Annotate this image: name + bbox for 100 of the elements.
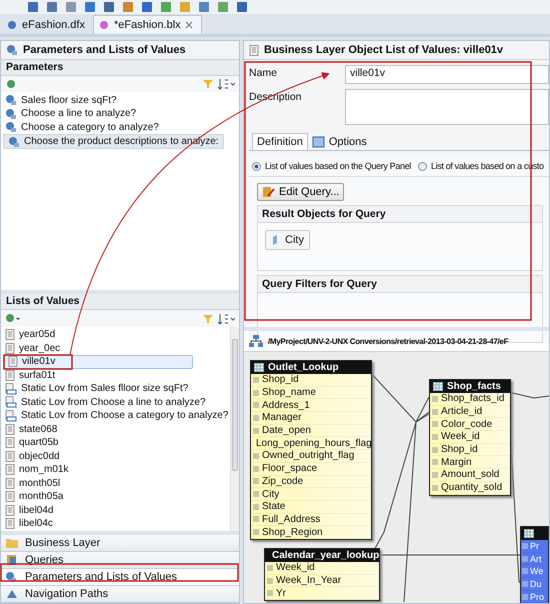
parameter-icon (5, 94, 17, 106)
toolbar-icon[interactable] (140, 1, 154, 13)
column-name: Address_1 (262, 400, 310, 411)
column-name: Shop_facts_id (441, 393, 504, 404)
list-item[interactable]: ville01v (3, 355, 193, 369)
column-name: Yr (276, 588, 286, 599)
filter-icon[interactable] (203, 314, 213, 324)
column-name: Week_id (276, 562, 315, 574)
column-name: Pro (530, 592, 544, 602)
description-field[interactable] (345, 89, 549, 125)
document-icon (5, 491, 15, 502)
add-list-icon[interactable] (5, 312, 23, 325)
table-name: Calendar_year_lookup (272, 550, 380, 561)
list-item[interactable]: objec0dd (1, 450, 62, 464)
column-name: Owned_outright_flag (262, 450, 354, 462)
document-icon (5, 464, 15, 476)
toolbar-icon[interactable] (216, 1, 230, 13)
column-name: We (530, 566, 544, 576)
list-item[interactable]: year05d (1, 328, 58, 342)
column-name: Zip_code (262, 476, 304, 487)
parameter-item[interactable]: Sales floor size sqFt? (1, 93, 119, 107)
list-item[interactable]: surfa01t (1, 368, 58, 382)
edit-query-button[interactable]: Edit Query... (257, 183, 344, 201)
document-icon (5, 450, 15, 462)
list-item[interactable]: nom_m01k (1, 463, 70, 477)
parameter-item[interactable]: Choose a line to analyze? (1, 106, 138, 120)
form-tab[interactable]: Options (308, 133, 371, 150)
column-name: Long_opening_hours_flag (256, 438, 372, 449)
nav-item[interactable]: Parameters and Lists of Values (1, 569, 239, 586)
section-title: Query Filters for Query (258, 276, 542, 293)
toolbar-icon[interactable] (159, 1, 173, 13)
column-name: Week_In_Year (276, 575, 342, 586)
name-field[interactable]: ville01v (345, 65, 549, 84)
editor-title: Business Layer Object List of Values: ville01v (264, 44, 504, 56)
column-name: City (262, 488, 280, 500)
document-icon (249, 44, 259, 56)
toolbar-icon[interactable] (83, 1, 97, 13)
table-name: Shop_facts (447, 381, 501, 392)
editor-tab[interactable]: *eFashion.blx (92, 15, 202, 34)
table-node[interactable]: Outlet_Lookup Shop_id Shop_name Address_1 Manager Date_open Long_opening_hours_flag Owned_outright_flag Floor_space Zip_code City State Full_Address Shop_Region (250, 360, 372, 540)
document-icon (5, 437, 15, 448)
document-icon (5, 342, 15, 354)
table-icon (433, 382, 443, 391)
list-item[interactable]: Static Lov from Choose a category to analyze? (1, 409, 230, 423)
document-icon (5, 478, 15, 489)
toolbar-icon[interactable] (26, 1, 40, 13)
toolbar-icon[interactable] (45, 1, 59, 13)
table-icon (524, 529, 534, 538)
radio-button[interactable] (418, 162, 427, 170)
table-node[interactable]: Calendar_year_lookup Week_id Week_In_Year Yr (264, 548, 380, 602)
folder-icon (5, 537, 19, 549)
list-item[interactable]: year_0ec (1, 342, 62, 356)
toolbar-icon[interactable] (235, 1, 249, 13)
list-item[interactable]: month05l (1, 476, 62, 490)
toolbar-icon[interactable] (102, 1, 116, 13)
form-tab[interactable]: Definition (252, 133, 308, 150)
list-item[interactable]: quart05b (1, 436, 60, 450)
dimension-icon (271, 234, 279, 246)
column-name: Shop_id (262, 374, 299, 386)
scrollbar[interactable] (230, 327, 239, 532)
document-icon (5, 424, 15, 435)
list-item[interactable]: libel04d (1, 504, 56, 518)
toolbar-icon[interactable] (197, 1, 211, 13)
list-item[interactable]: Static Lov from Sales flloor size sqFt? (1, 382, 190, 396)
table-icon (254, 363, 264, 372)
sort-icon[interactable] (217, 78, 235, 90)
table-node[interactable]: Shop_facts Shop_facts_id Article_id Color_code Week_id Shop_id Margin Amount_sold Quantity_sold (429, 379, 511, 496)
nav-item[interactable]: Navigation Paths (1, 586, 239, 603)
file-icon (98, 19, 110, 31)
sort-icon[interactable] (217, 312, 235, 325)
column-name: Manager (262, 412, 302, 424)
document-icon (5, 518, 15, 530)
nav-item[interactable]: Queries (1, 552, 239, 569)
toolbar-icon[interactable] (64, 1, 78, 13)
list-item[interactable]: state068 (1, 422, 60, 436)
query-icon (262, 186, 276, 198)
static-list-icon (5, 410, 17, 422)
parameter-item[interactable]: Choose a category to analyze? (1, 120, 161, 134)
list-item[interactable]: Static Lov from Choose a line to analyze? (1, 396, 208, 410)
list-item[interactable]: month05a (1, 490, 66, 504)
document-icon (5, 370, 15, 381)
list-item[interactable]: libel04c (1, 517, 55, 531)
annotation-frame (3, 354, 73, 370)
file-icon (6, 19, 18, 31)
filter-icon[interactable] (203, 79, 213, 90)
column-name: Amount_sold (441, 469, 500, 480)
column-name: Shop_Region (262, 526, 323, 538)
field-label: Name (249, 66, 278, 79)
table-node[interactable]: Pr Art We Du Pro (520, 526, 549, 603)
radio-button[interactable] (252, 162, 261, 170)
nav-item[interactable]: Business Layer (1, 535, 239, 552)
close-icon[interactable] (184, 21, 193, 29)
editor-tab[interactable]: eFashion.dfx (2, 16, 93, 34)
static-list-icon (5, 382, 17, 395)
document-icon (5, 504, 15, 516)
column-name: State (262, 501, 286, 512)
result-object[interactable]: City (265, 230, 310, 250)
diagram-path: /MyProject/UNV-2-UNX Conversions/retrieval-2013-03-04-21-28-47/eF (268, 336, 508, 346)
toolbar-icon[interactable] (121, 1, 135, 13)
document-icon (8, 356, 18, 368)
